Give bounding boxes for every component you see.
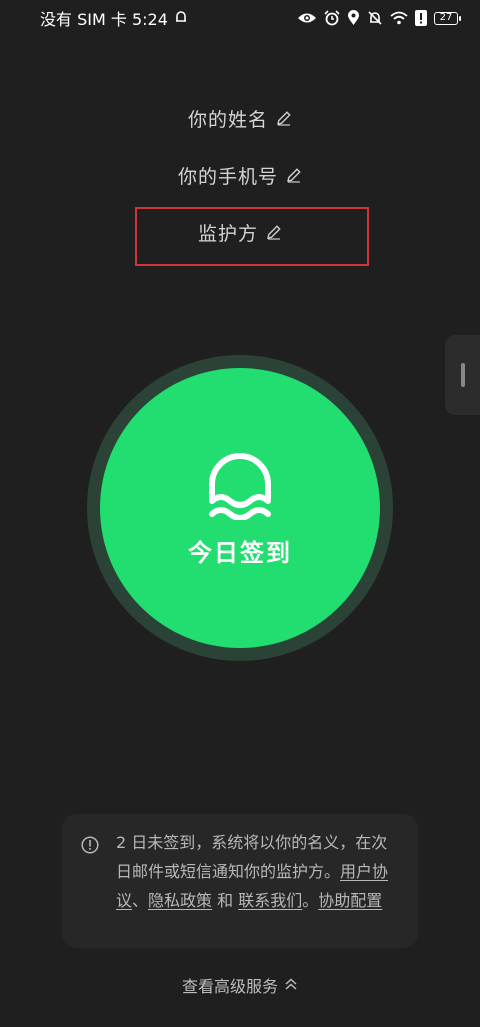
wifi-icon xyxy=(390,11,408,25)
privacy-policy-link[interactable]: 隐私政策 xyxy=(148,891,212,910)
carrier-time-text: 没有 SIM 卡 5:24 xyxy=(40,10,168,29)
phone-row[interactable]: 你的手机号 xyxy=(0,155,480,195)
notice-and-text: 和 xyxy=(212,891,239,910)
contact-us-link[interactable]: 联系我们 xyxy=(238,891,302,910)
help-config-link[interactable]: 协助配置 xyxy=(318,891,382,910)
notice-card: 2 日未签到，系统将以你的名义，在次日邮件或短信通知你的监护方。用户协议、隐私政… xyxy=(62,814,418,948)
alarm-icon xyxy=(324,10,340,26)
advanced-services-label: 查看高级服务 xyxy=(181,977,278,996)
ghost-icon xyxy=(204,448,276,521)
status-bar: 没有 SIM 卡 5:24 27 xyxy=(0,0,480,36)
eye-icon xyxy=(297,11,317,25)
app-screen: 没有 SIM 卡 5:24 27 你的姓名 你的手机号 监护方 今日签到 2 日… xyxy=(0,0,480,1027)
notification-ring-icon xyxy=(174,9,188,28)
battery-icon: 27 xyxy=(434,11,461,25)
checkin-label: 今日签到 xyxy=(188,539,292,567)
alert-icon xyxy=(415,10,427,26)
edit-name-pencil-icon[interactable] xyxy=(276,110,292,126)
chevron-up-icon xyxy=(284,976,298,995)
name-row[interactable]: 你的姓名 xyxy=(0,98,480,138)
advanced-services-link[interactable]: 查看高级服务 xyxy=(0,972,480,998)
guardian-highlight-box xyxy=(135,207,369,266)
location-icon xyxy=(347,10,360,26)
side-drawer-handle[interactable] xyxy=(445,335,480,415)
status-icons: 27 xyxy=(297,10,461,26)
side-handle-bar xyxy=(461,363,465,387)
status-left: 没有 SIM 卡 5:24 xyxy=(40,6,188,30)
checkin-button[interactable]: 今日签到 xyxy=(100,368,380,648)
mute-icon xyxy=(367,10,383,26)
phone-label: 你的手机号 xyxy=(177,165,278,188)
notice-period: 。 xyxy=(302,891,319,910)
info-icon xyxy=(81,834,99,854)
notice-separator: 、 xyxy=(132,891,149,910)
name-label: 你的姓名 xyxy=(187,108,268,131)
battery-level-text: 27 xyxy=(439,11,453,23)
edit-phone-pencil-icon[interactable] xyxy=(286,167,302,183)
